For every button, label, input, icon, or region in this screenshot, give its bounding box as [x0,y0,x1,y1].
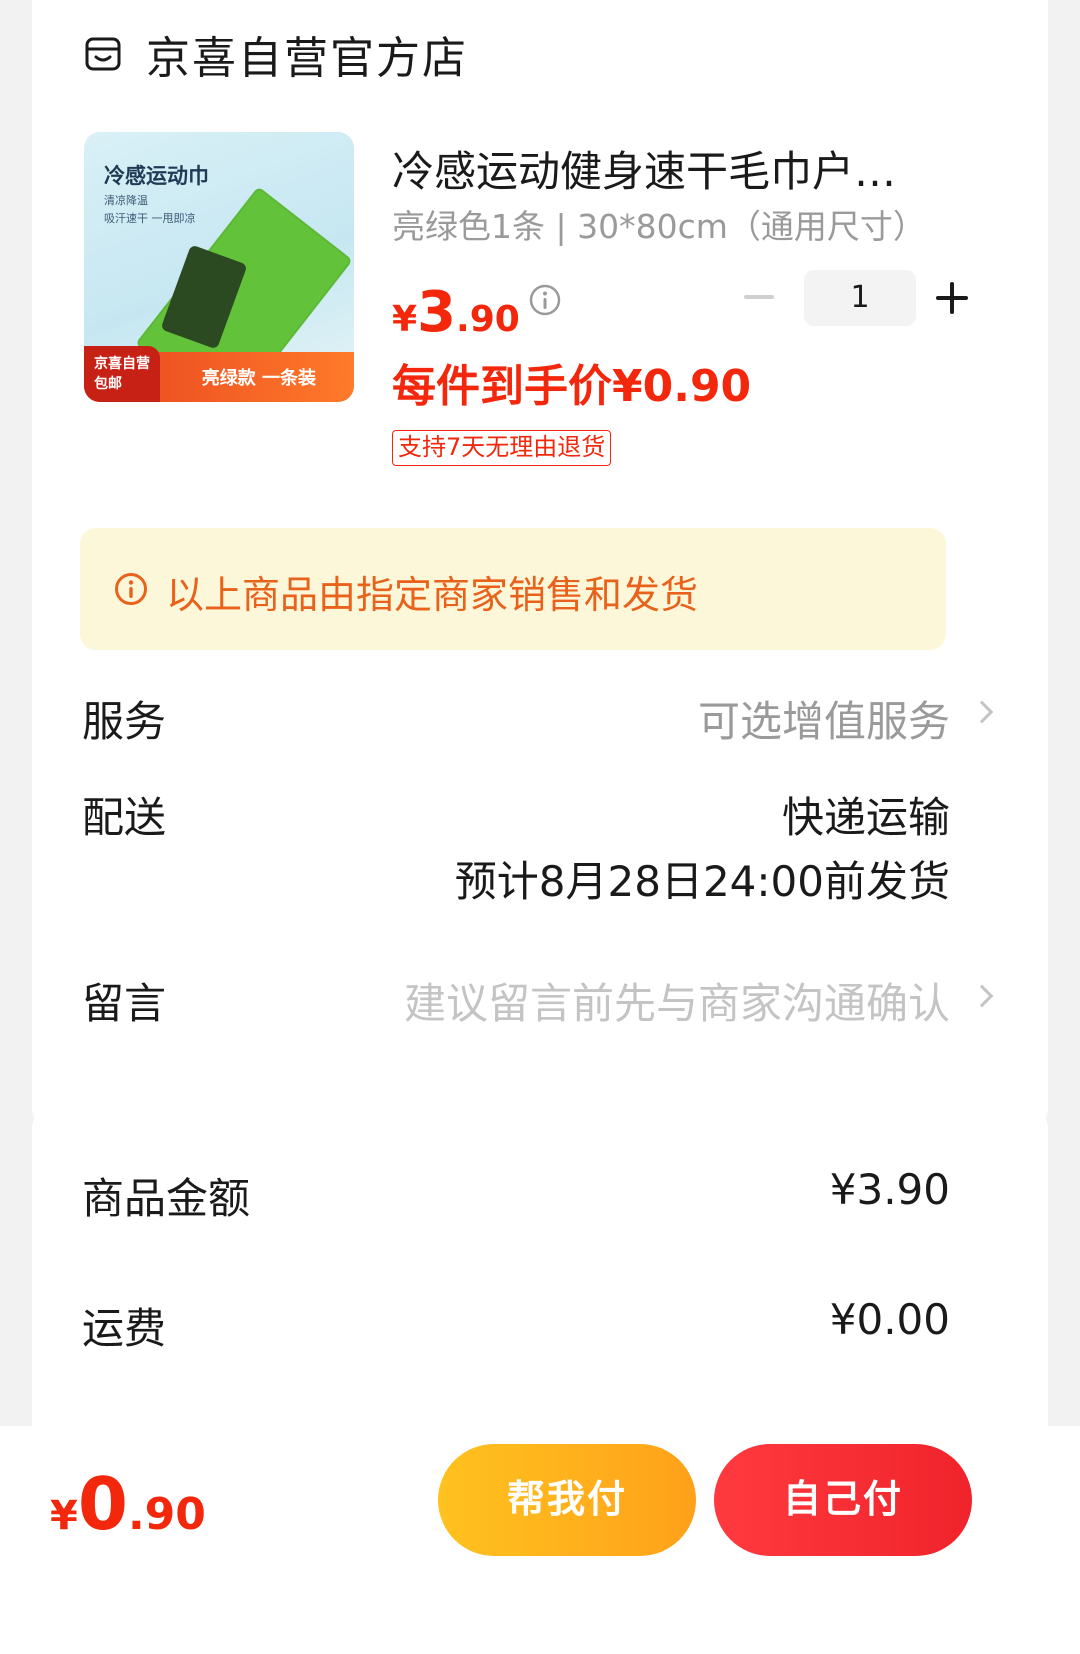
product-image-band-text: 亮绿款 一条装 [201,368,316,389]
delivery-estimate: 预计8月28日24:00前发货 [454,857,950,906]
product-spec[interactable]: 亮绿色1条 | 30*80cm（通用尺寸） [392,200,926,248]
product-title[interactable]: 冷感运动健身速干毛巾户… [392,138,992,199]
badge-line-1: 京喜自营 [94,356,150,372]
total-currency: ¥ [50,1493,78,1539]
shipping-fee-value: ¥0.00 [829,1295,950,1344]
goods-amount-label: 商品金额 [82,1174,251,1223]
shipping-fee-label: 运费 [82,1304,167,1353]
total-price: ¥ 0 .90 [50,1462,206,1546]
product-image[interactable]: 冷感运动巾 清凉降温 吸汗速干 一甩即凉 亮绿款 一条装 京喜自营 包邮 [84,132,354,402]
product-image-title: 冷感运动巾 [104,164,209,188]
message-label: 留言 [82,979,167,1028]
quantity-decrease-button[interactable] [744,295,774,299]
total-decimal: .90 [127,1489,206,1540]
service-label: 服务 [82,697,167,746]
info-icon [115,573,147,605]
message-input[interactable]: 建议留言前先与商家沟通确认 [404,970,950,1031]
seller-notice: 以上商品由指定商家销售和发货 [80,528,946,650]
order-card: 京喜自营官方店 冷感运动巾 清凉降温 吸汗速干 一甩即凉 亮绿款 一条装 京喜自… [32,0,1048,1133]
delivery-label: 配送 [82,793,167,842]
chevron-right-icon[interactable] [970,984,994,1008]
store-name: 京喜自营官方店 [146,33,468,84]
quantity-increase-button[interactable] [936,282,968,314]
total-integer: 0 [77,1462,128,1546]
help-pay-button[interactable]: 帮我付 [438,1444,696,1556]
delivery-method[interactable]: 快递运输 [782,784,950,845]
seller-notice-text: 以上商品由指定商家销售和发货 [166,573,699,617]
price-decimal: .90 [456,299,520,340]
product-image-subtitle-2: 吸汗速干 一甩即凉 [104,212,196,225]
price-currency: ¥ [392,299,418,340]
self-pay-button[interactable]: 自己付 [714,1444,972,1556]
price-info-icon[interactable] [528,283,562,317]
checkout-bar: ¥ 0 .90 帮我付 自己付 [0,1426,1080,1654]
badge-line-2: 包邮 [94,376,122,392]
product-price: ¥ 3 .90 [392,280,520,350]
product-image-subtitle: 清凉降温 [104,194,148,207]
unit-final-price: 每件到手价¥0.90 [392,361,752,412]
store-header[interactable]: 京喜自营官方店 [84,24,468,84]
quantity-input[interactable]: 1 [804,270,916,326]
store-icon [85,37,121,71]
chevron-right-icon[interactable] [970,700,994,724]
order-confirm-page: 京喜自营官方店 冷感运动巾 清凉降温 吸汗速干 一甩即凉 亮绿款 一条装 京喜自… [0,0,1080,1654]
return-policy-tag: 支持7天无理由退货 [392,430,612,466]
price-integer: 3 [417,280,457,345]
product-image-badge: 京喜自营 包邮 [84,346,160,402]
service-value[interactable]: 可选增值服务 [698,688,950,749]
goods-amount-value: ¥3.90 [829,1165,950,1214]
